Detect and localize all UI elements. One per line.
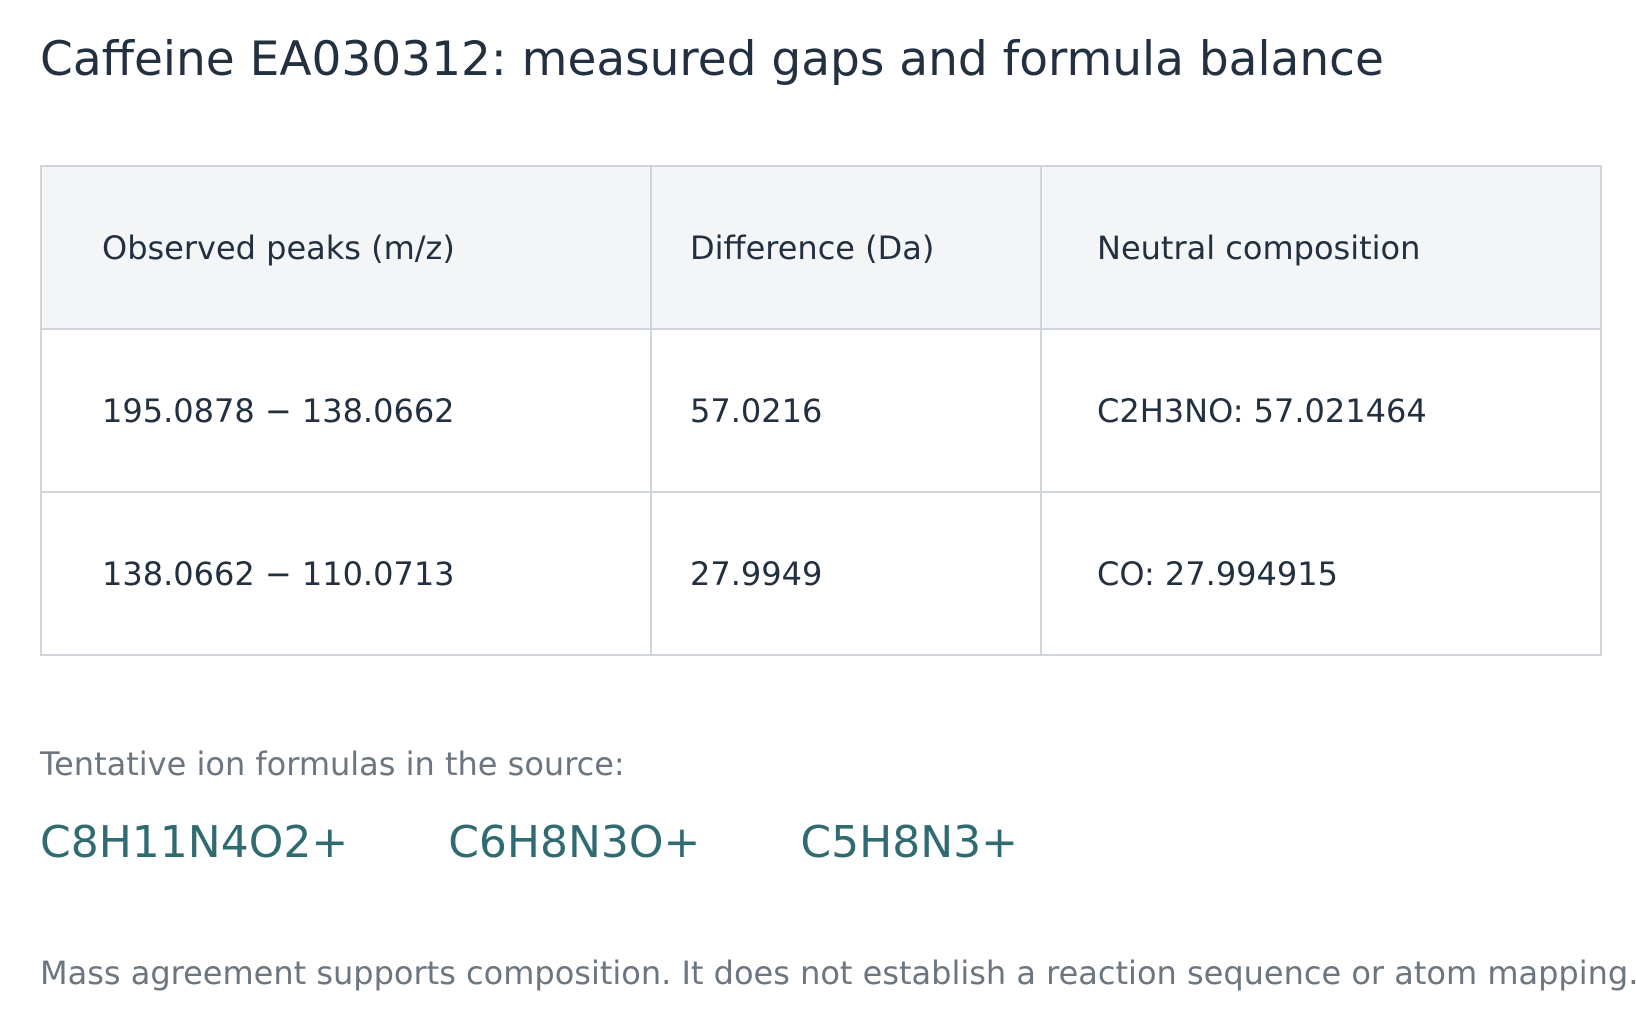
cell-difference: 27.9949: [650, 491, 1042, 656]
cell-observed-peaks: 195.0878 − 138.0662: [40, 328, 652, 493]
table-row: 138.0662 − 110.0713 27.9949 CO: 27.99491…: [40, 491, 1602, 656]
cell-neutral-composition: CO: 27.994915: [1040, 491, 1602, 656]
cell-observed-peaks: 138.0662 − 110.0713: [40, 491, 652, 656]
ion-formula: C6H8N3O+: [448, 817, 701, 868]
header-difference: Difference (Da): [650, 165, 1042, 330]
page-title: Caffeine EA030312: measured gaps and for…: [40, 32, 1384, 87]
footnote: Mass agreement supports composition. It …: [40, 954, 1636, 992]
ion-formula: C5H8N3+: [800, 817, 1018, 868]
header-observed-peaks: Observed peaks (m/z): [40, 165, 652, 330]
ion-formulas-label: Tentative ion formulas in the source:: [40, 745, 625, 783]
cell-difference: 57.0216: [650, 328, 1042, 493]
header-row: Observed peaks (m/z) Difference (Da) Neu…: [40, 165, 1602, 330]
header-neutral-composition: Neutral composition: [1040, 165, 1602, 330]
table-body: 195.0878 − 138.0662 57.0216 C2H3NO: 57.0…: [40, 328, 1602, 656]
table-header: Observed peaks (m/z) Difference (Da) Neu…: [40, 165, 1602, 330]
table-row: 195.0878 − 138.0662 57.0216 C2H3NO: 57.0…: [40, 328, 1602, 493]
gap-table: Observed peaks (m/z) Difference (Da) Neu…: [40, 165, 1602, 656]
ion-formula: C8H11N4O2+: [40, 817, 349, 868]
cell-neutral-composition: C2H3NO: 57.021464: [1040, 328, 1602, 493]
ion-formula-list: C8H11N4O2+ C6H8N3O+ C5H8N3+: [40, 815, 1118, 871]
